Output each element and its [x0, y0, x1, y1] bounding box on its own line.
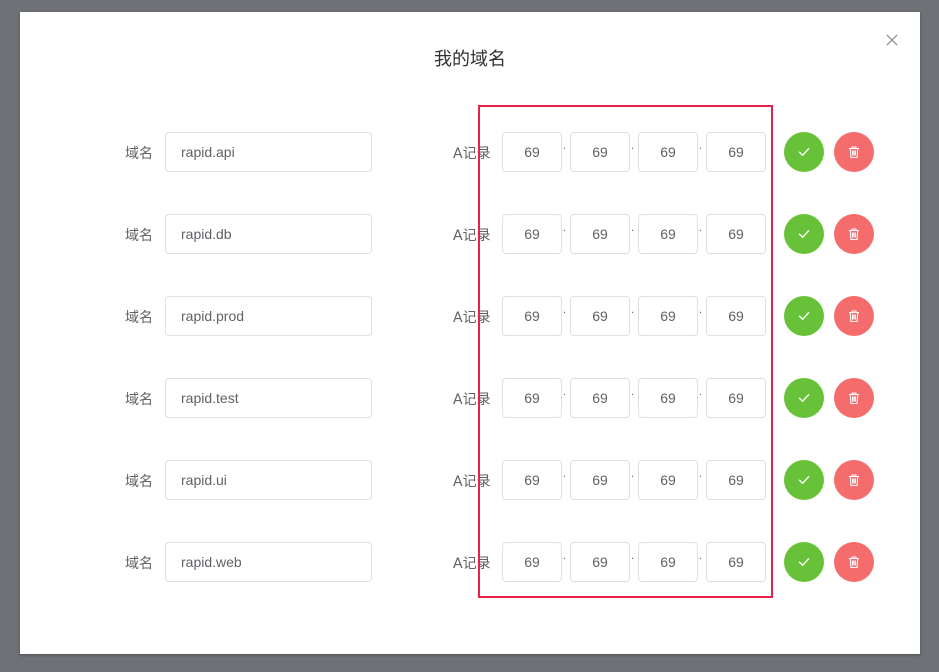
check-icon — [798, 558, 810, 566]
trash-icon — [849, 228, 859, 241]
confirm-button[interactable] — [784, 542, 824, 582]
confirm-button[interactable] — [784, 460, 824, 500]
ip-octet-2-input[interactable] — [570, 132, 630, 172]
ip-separator: . — [563, 305, 567, 316]
dialog-title: 我的域名 — [434, 49, 506, 70]
ip-octet-3-input[interactable] — [638, 214, 698, 254]
ip-octet-4-input[interactable] — [706, 542, 766, 582]
domain-input[interactable] — [165, 214, 372, 254]
confirm-button[interactable] — [784, 296, 824, 336]
domain-label: 域名 — [125, 474, 153, 490]
ip-octet-4-input[interactable] — [706, 214, 766, 254]
domain-label: 域名 — [125, 310, 153, 326]
ip-octet-1-input[interactable] — [502, 378, 562, 418]
domain-row: 域名 A记录 . . . — [20, 542, 920, 582]
ip-separator: . — [631, 305, 635, 316]
ip-separator: . — [563, 223, 567, 234]
check-icon — [798, 394, 810, 402]
domain-input[interactable] — [165, 296, 372, 336]
ip-octet-3-input[interactable] — [638, 378, 698, 418]
ip-octet-3-input[interactable] — [638, 460, 698, 500]
ip-separator: . — [563, 551, 567, 562]
trash-icon — [849, 556, 859, 569]
ip-octet-1-input[interactable] — [502, 214, 562, 254]
delete-button[interactable] — [834, 378, 874, 418]
confirm-button[interactable] — [784, 378, 824, 418]
ip-octet-2-input[interactable] — [570, 214, 630, 254]
confirm-button[interactable] — [784, 214, 824, 254]
ip-separator: . — [631, 551, 635, 562]
a-record-label: A记录 — [453, 474, 491, 490]
ip-separator: . — [699, 387, 703, 398]
ip-octet-1-input[interactable] — [502, 296, 562, 336]
trash-icon — [849, 310, 859, 323]
delete-button[interactable] — [834, 542, 874, 582]
ip-separator: . — [631, 141, 635, 152]
ip-separator: . — [699, 223, 703, 234]
ip-separator: . — [563, 387, 567, 398]
ip-octet-3-input[interactable] — [638, 296, 698, 336]
delete-button[interactable] — [834, 132, 874, 172]
ip-separator: . — [699, 551, 703, 562]
a-record-label: A记录 — [453, 392, 491, 408]
domain-label: 域名 — [125, 146, 153, 162]
a-record-label: A记录 — [453, 310, 491, 326]
close-button[interactable] — [882, 30, 902, 50]
ip-separator: . — [563, 141, 567, 152]
domain-input[interactable] — [165, 460, 372, 500]
domain-row: 域名 A记录 . . . — [20, 378, 920, 418]
ip-octet-4-input[interactable] — [706, 296, 766, 336]
ip-separator: . — [631, 223, 635, 234]
ip-octet-3-input[interactable] — [638, 542, 698, 582]
ip-octet-4-input[interactable] — [706, 378, 766, 418]
check-icon — [798, 230, 810, 238]
domain-dialog: 我的域名 域名 A记录 . . . 域名 A记录 . — [20, 12, 920, 654]
trash-icon — [849, 146, 859, 159]
domain-row: 域名 A记录 . . . — [20, 460, 920, 500]
check-icon — [798, 148, 810, 156]
domain-input[interactable] — [165, 132, 372, 172]
check-icon — [798, 476, 810, 484]
ip-octet-3-input[interactable] — [638, 132, 698, 172]
ip-octet-2-input[interactable] — [570, 542, 630, 582]
ip-octet-1-input[interactable] — [502, 460, 562, 500]
a-record-label: A记录 — [453, 228, 491, 244]
ip-separator: . — [699, 469, 703, 480]
ip-octet-4-input[interactable] — [706, 460, 766, 500]
ip-octet-4-input[interactable] — [706, 132, 766, 172]
ip-separator: . — [631, 469, 635, 480]
ip-octet-1-input[interactable] — [502, 132, 562, 172]
delete-button[interactable] — [834, 296, 874, 336]
check-icon — [798, 312, 810, 320]
ip-separator: . — [563, 469, 567, 480]
domain-label: 域名 — [125, 556, 153, 572]
ip-octet-1-input[interactable] — [502, 542, 562, 582]
domain-label: 域名 — [125, 228, 153, 244]
ip-octet-2-input[interactable] — [570, 460, 630, 500]
ip-highlight-box — [478, 105, 773, 598]
ip-octet-2-input[interactable] — [570, 378, 630, 418]
trash-icon — [849, 474, 859, 487]
delete-button[interactable] — [834, 214, 874, 254]
a-record-label: A记录 — [453, 146, 491, 162]
ip-separator: . — [699, 305, 703, 316]
domain-row: 域名 A记录 . . . — [20, 214, 920, 254]
ip-separator: . — [631, 387, 635, 398]
domain-input[interactable] — [165, 378, 372, 418]
ip-separator: . — [699, 141, 703, 152]
domain-row: 域名 A记录 . . . — [20, 296, 920, 336]
a-record-label: A记录 — [453, 556, 491, 572]
close-icon — [886, 34, 898, 46]
trash-icon — [849, 392, 859, 405]
domain-row: 域名 A记录 . . . — [20, 132, 920, 172]
ip-octet-2-input[interactable] — [570, 296, 630, 336]
delete-button[interactable] — [834, 460, 874, 500]
domain-label: 域名 — [125, 392, 153, 408]
domain-input[interactable] — [165, 542, 372, 582]
confirm-button[interactable] — [784, 132, 824, 172]
